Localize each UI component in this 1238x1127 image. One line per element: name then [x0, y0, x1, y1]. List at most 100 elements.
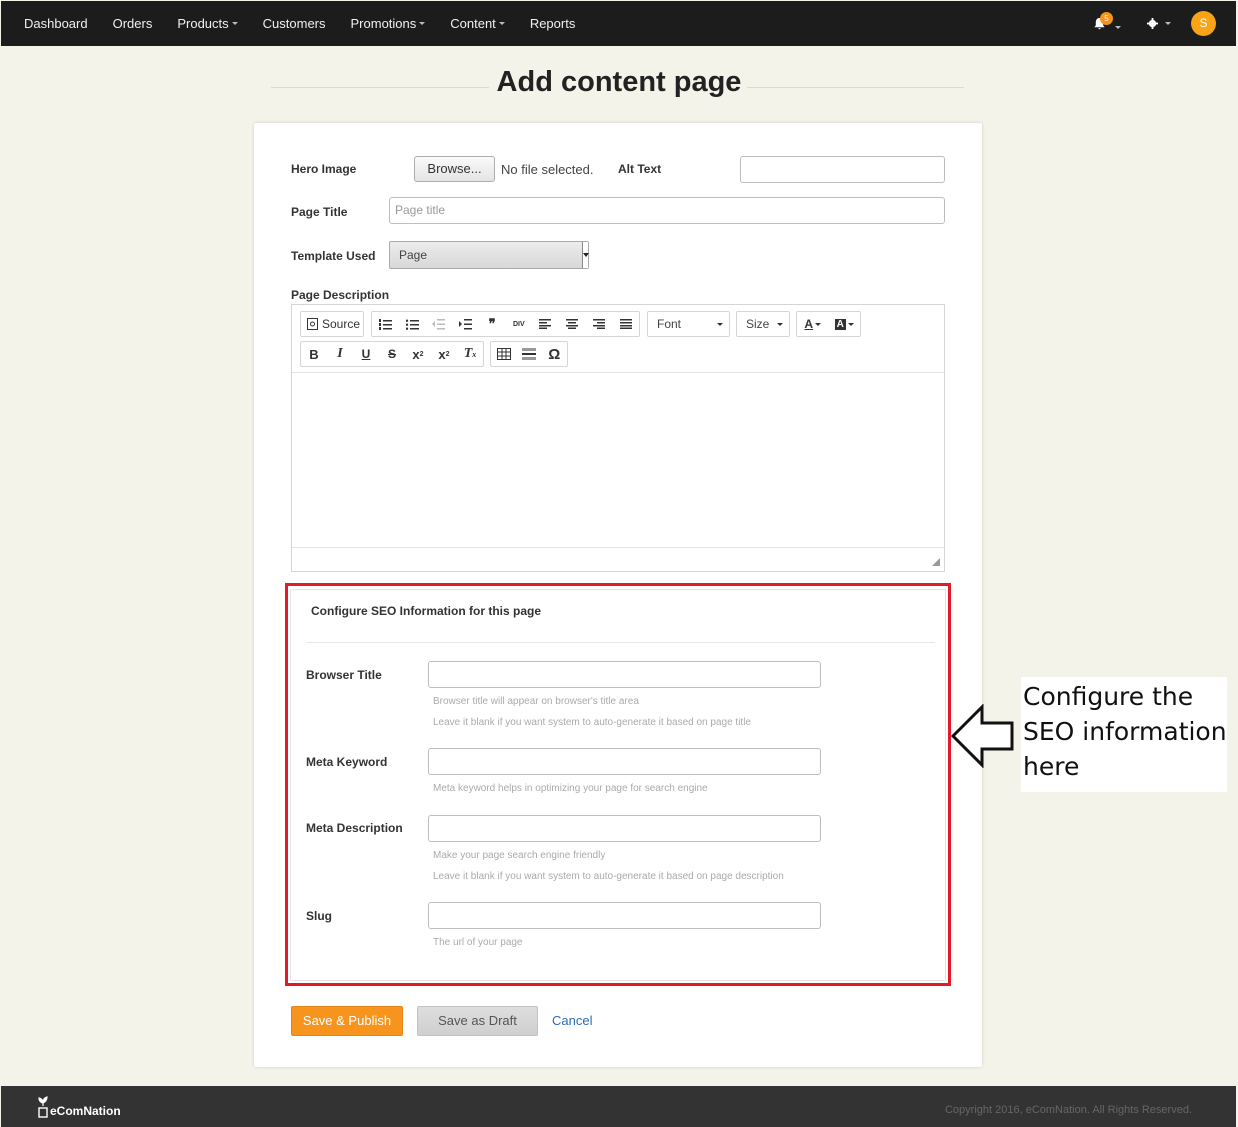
nav-dashboard[interactable]: Dashboard [24, 16, 88, 31]
save-draft-button[interactable]: Save as Draft [417, 1006, 538, 1036]
editor-content-area[interactable] [292, 373, 944, 547]
brand-logo[interactable]: eComNation [38, 1096, 121, 1118]
chevron-down-icon [419, 22, 426, 25]
insert-group: Ω [490, 341, 568, 367]
hero-image-label: Hero Image [291, 162, 357, 176]
source-label: Source [322, 317, 361, 331]
subscript-icon[interactable]: x2 [406, 342, 431, 366]
browser-title-help: Browser title will appear on browser's t… [433, 696, 639, 707]
remove-format-icon[interactable]: Tx [458, 342, 483, 366]
browser-title-input[interactable] [428, 661, 821, 688]
meta-description-input[interactable] [428, 815, 821, 842]
left-arrow-icon [951, 704, 1014, 768]
paragraph-group: ❞ DIV [371, 311, 640, 337]
alt-text-label: Alt Text [618, 162, 662, 176]
meta-keyword-input[interactable] [428, 748, 821, 775]
notifications-button[interactable]: 5 [1093, 11, 1121, 36]
italic-icon[interactable]: I [328, 342, 353, 366]
source-icon [307, 318, 318, 330]
background-color-icon[interactable]: A [832, 312, 857, 336]
chevron-down-icon [1165, 22, 1171, 25]
meta-description-help-secondary: Leave it blank if you want system to aut… [433, 871, 784, 882]
nav-reports[interactable]: Reports [530, 16, 576, 31]
chevron-down-icon [498, 22, 505, 25]
page-title-label: Page Title [291, 205, 348, 219]
size-dropdown-label: Size [746, 317, 770, 331]
page-description-label: Page Description [291, 288, 390, 302]
color-group: A A [796, 311, 861, 337]
nav-customers[interactable]: Customers [263, 16, 326, 31]
align-center-icon[interactable] [560, 312, 585, 336]
nav-orders[interactable]: Orders [113, 16, 153, 31]
justify-icon[interactable] [613, 312, 638, 336]
slug-label: Slug [306, 909, 332, 923]
nav-promotions[interactable]: Promotions [351, 16, 426, 31]
save-publish-button[interactable]: Save & Publish [291, 1006, 403, 1036]
increase-indent-icon[interactable] [453, 312, 478, 336]
top-navbar: Dashboard Orders Products Customers Prom… [1, 1, 1236, 46]
chevron-down-icon [777, 322, 783, 326]
align-left-icon[interactable] [533, 312, 558, 336]
brand-name: eComNation [50, 1104, 121, 1118]
horizontal-line-icon[interactable] [516, 342, 541, 366]
browser-title-label: Browser Title [306, 668, 382, 682]
chevron-down-icon [1115, 25, 1121, 29]
superscript-icon[interactable]: x2 [432, 342, 457, 366]
meta-description-label: Meta Description [306, 821, 403, 835]
annotation-line: here [1023, 752, 1080, 781]
resize-handle-icon[interactable] [932, 558, 940, 566]
gear-icon [1147, 18, 1158, 29]
text-color-icon[interactable]: A [800, 312, 825, 336]
create-div-icon[interactable]: DIV [506, 312, 531, 336]
decrease-indent-icon[interactable] [426, 312, 451, 336]
file-status-text: No file selected. [501, 162, 594, 177]
numbered-list-icon[interactable] [373, 312, 398, 336]
meta-description-help: Make your page search engine friendly [433, 850, 606, 861]
cancel-link[interactable]: Cancel [552, 1013, 592, 1028]
rich-text-editor: Source ❞ DIV Font Size A A B I U S x 2 x… [291, 304, 945, 572]
annotation-line: SEO information [1023, 717, 1227, 746]
browse-button[interactable]: Browse... [414, 156, 495, 182]
settings-button[interactable] [1147, 18, 1171, 29]
meta-keyword-help: Meta keyword helps in optimizing your pa… [433, 783, 708, 794]
template-used-label: Template Used [291, 249, 376, 263]
notification-count-badge: 5 [1100, 11, 1113, 25]
sprout-logo-icon [38, 1096, 48, 1118]
annotation-line: Configure the [1023, 682, 1194, 711]
underline-icon[interactable]: U [354, 342, 379, 366]
select-arrow-icon [582, 242, 589, 268]
editor-status-bar [292, 547, 944, 571]
chevron-down-icon [717, 322, 723, 326]
slug-help: The url of your page [433, 937, 523, 948]
page-title: Add content page [496, 66, 742, 98]
bulleted-list-icon[interactable] [400, 312, 425, 336]
user-avatar[interactable]: S [1191, 11, 1216, 36]
size-dropdown[interactable]: Size [736, 311, 790, 337]
source-group: Source [300, 311, 364, 337]
font-dropdown-label: Font [657, 317, 682, 331]
table-icon[interactable] [491, 342, 516, 366]
basic-styles-group: B I U S x2 x2 Tx [300, 341, 484, 367]
copyright-text: Copyright 2016, eComNation. All Rights R… [944, 1104, 1192, 1116]
seo-divider [306, 642, 935, 643]
template-selected-value: Page [399, 248, 428, 262]
source-button[interactable]: Source [301, 312, 360, 336]
special-character-icon[interactable]: Ω [542, 342, 567, 366]
bold-icon[interactable]: B [302, 342, 327, 366]
nav-products[interactable]: Products [177, 16, 238, 31]
nav-content[interactable]: Content [450, 16, 505, 31]
editor-toolbar: Source ❞ DIV Font Size A A B I U S x 2 x… [292, 305, 944, 373]
page-title-input[interactable]: Page title [389, 197, 945, 224]
chevron-down-icon [231, 22, 238, 25]
slug-input[interactable] [428, 902, 821, 929]
template-select[interactable]: Page [389, 241, 589, 269]
align-right-icon[interactable] [586, 312, 611, 336]
seo-section-title: Configure SEO Information for this page [311, 604, 542, 618]
alt-text-input[interactable] [740, 156, 945, 183]
browser-title-help-secondary: Leave it blank if you want system to aut… [433, 717, 751, 728]
strikethrough-icon[interactable]: S [380, 342, 405, 366]
annotation-text: Configure the SEO information here [1023, 679, 1229, 784]
meta-keyword-label: Meta Keyword [306, 755, 388, 769]
font-dropdown[interactable]: Font [647, 311, 730, 337]
blockquote-icon[interactable]: ❞ [480, 312, 505, 336]
